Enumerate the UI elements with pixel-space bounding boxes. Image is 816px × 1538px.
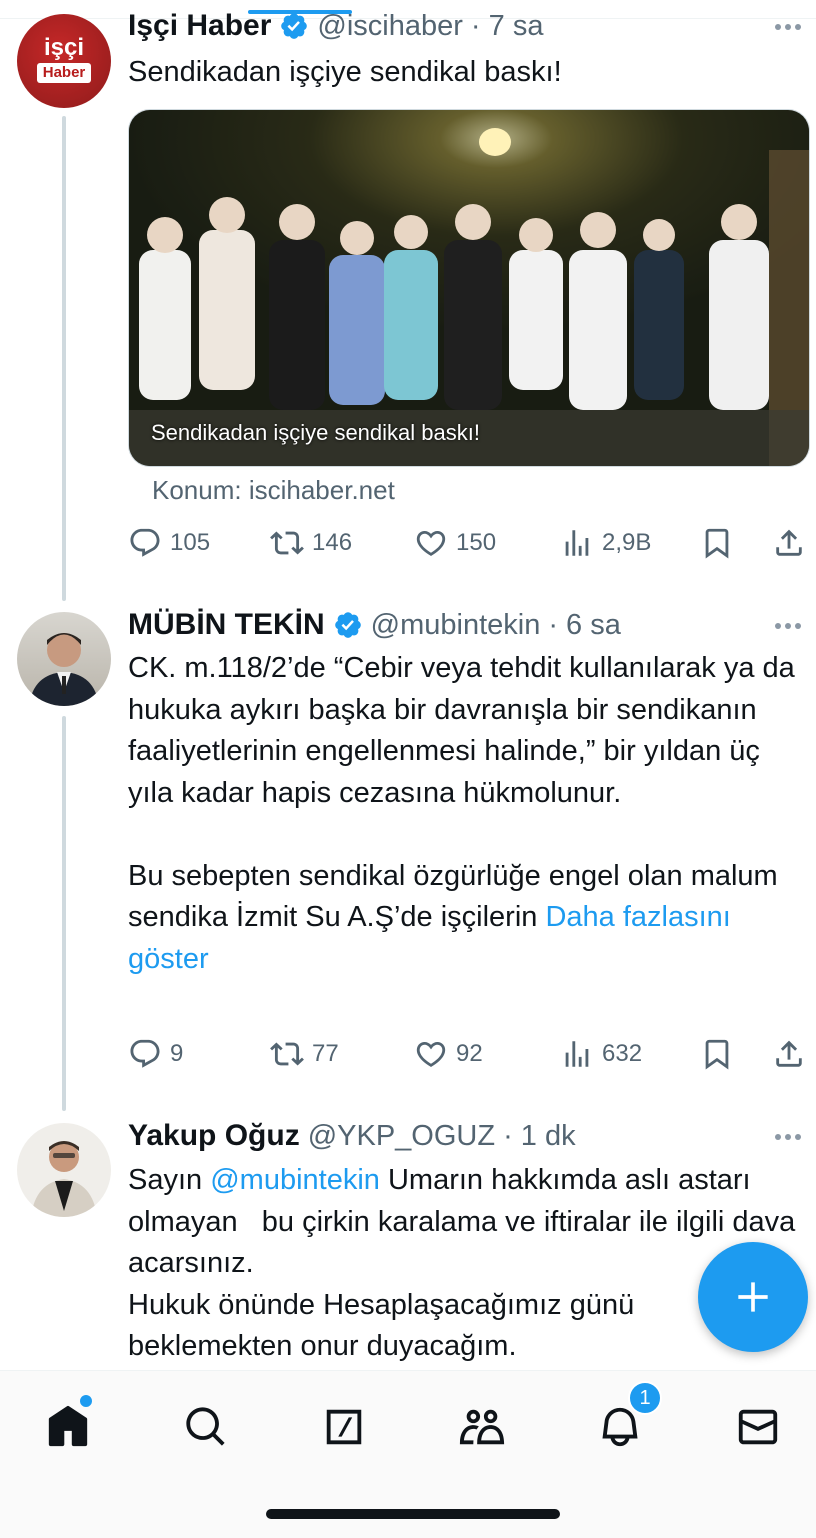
tweet-time: · 6 sa bbox=[548, 608, 621, 641]
verified-icon bbox=[281, 13, 308, 39]
share-button[interactable] bbox=[772, 523, 806, 563]
view-count: 2,9B bbox=[602, 529, 652, 556]
notification-badge: 1 bbox=[628, 1381, 662, 1415]
home-indicator bbox=[266, 1509, 560, 1519]
tweet-header: Işçi Haber @iscihaber · 7 sa bbox=[128, 6, 543, 46]
tweet-text: Sendikadan işçiye sendikal baskı! bbox=[128, 56, 562, 88]
tweet-actions: 105 146 150 2,9B bbox=[128, 523, 808, 563]
mention-link[interactable]: @mubintekin bbox=[210, 1164, 380, 1196]
retweet-icon bbox=[270, 531, 304, 555]
retweet-button[interactable]: 77 bbox=[270, 1034, 339, 1074]
retweet-icon bbox=[270, 1042, 304, 1066]
plus-icon bbox=[738, 1282, 768, 1312]
author-name[interactable]: Işçi Haber bbox=[128, 9, 271, 43]
group-photo bbox=[129, 110, 809, 466]
nav-grok[interactable] bbox=[312, 1395, 376, 1459]
heart-icon bbox=[416, 1041, 446, 1067]
tweet-text: Sayın @mubintekin Umarın hakkımda aslı a… bbox=[128, 1160, 798, 1368]
reply-button[interactable]: 105 bbox=[128, 523, 210, 563]
tweet-time: · 7 sa bbox=[470, 9, 544, 42]
retweet-count: 146 bbox=[312, 529, 353, 556]
view-count: 632 bbox=[602, 1040, 643, 1067]
bookmark-icon bbox=[705, 528, 729, 559]
author-handle[interactable]: @iscihaber bbox=[317, 10, 463, 43]
avatar[interactable] bbox=[17, 1123, 111, 1217]
reply-button[interactable]: 9 bbox=[128, 1034, 183, 1074]
tweet-image[interactable]: Sendikadan işçiye sendikal baskı! bbox=[128, 109, 810, 467]
more-options-icon[interactable] bbox=[775, 21, 807, 33]
link-source[interactable]: Konum: iscihaber.net bbox=[152, 475, 395, 506]
retweet-button[interactable]: 146 bbox=[270, 523, 352, 563]
tweet-body: CK. m.118/2’de “Cebir veya tehdit kullan… bbox=[128, 652, 795, 933]
nav-search[interactable] bbox=[174, 1395, 238, 1459]
like-count: 150 bbox=[456, 529, 497, 556]
grok-icon bbox=[326, 1409, 362, 1445]
views-button[interactable]: 632 bbox=[560, 1034, 642, 1074]
avatar[interactable] bbox=[17, 612, 111, 706]
nav-communities[interactable] bbox=[450, 1395, 514, 1459]
heart-icon bbox=[416, 530, 446, 556]
author-name[interactable]: MÜBİN TEKİN bbox=[128, 608, 325, 642]
home-icon bbox=[48, 1405, 88, 1447]
avatar-photo bbox=[29, 633, 99, 706]
more-options-icon[interactable] bbox=[775, 1131, 807, 1143]
bookmark-button[interactable] bbox=[700, 523, 734, 563]
avatar[interactable]: işçi Haber bbox=[17, 14, 111, 108]
compose-button[interactable] bbox=[698, 1242, 808, 1352]
nav-messages[interactable] bbox=[726, 1395, 790, 1459]
nav-home[interactable] bbox=[36, 1393, 100, 1459]
tweet-header: MÜBİN TEKİN @mubintekin · 6 sa bbox=[128, 605, 621, 645]
retweet-count: 77 bbox=[312, 1040, 339, 1067]
author-handle[interactable]: @mubintekin bbox=[371, 609, 541, 642]
thread-line bbox=[62, 116, 66, 601]
share-icon bbox=[776, 1040, 802, 1067]
image-caption: Sendikadan işçiye sendikal baskı! bbox=[151, 420, 480, 445]
search-icon bbox=[186, 1407, 225, 1446]
bookmark-button[interactable] bbox=[700, 1034, 734, 1074]
tweet-body-start: Sayın bbox=[128, 1164, 211, 1196]
bookmark-icon bbox=[705, 1039, 729, 1070]
like-button[interactable]: 92 bbox=[414, 1034, 483, 1074]
share-button[interactable] bbox=[772, 1034, 806, 1074]
author-name[interactable]: Yakup Oğuz bbox=[128, 1119, 300, 1153]
views-icon bbox=[565, 530, 589, 556]
reply-count: 105 bbox=[170, 529, 211, 556]
reply-icon bbox=[130, 528, 160, 557]
views-icon bbox=[565, 1041, 589, 1067]
reply-icon bbox=[130, 1039, 160, 1068]
home-unread-dot bbox=[78, 1393, 94, 1409]
views-button[interactable]: 2,9B bbox=[560, 523, 651, 563]
tweet-time: · 1 dk bbox=[503, 1119, 576, 1152]
verified-icon bbox=[334, 612, 361, 638]
tweet-text: CK. m.118/2’de “Cebir veya tehdit kullan… bbox=[128, 648, 798, 980]
nav-notifications[interactable]: 1 bbox=[588, 1381, 662, 1459]
avatar-logo-text: işçi bbox=[43, 34, 85, 61]
avatar-photo bbox=[31, 1141, 97, 1217]
tweet-header: Yakup Oğuz @YKP_OGUZ · 1 dk bbox=[128, 1116, 576, 1156]
thread-line bbox=[62, 716, 66, 1111]
tweet-actions: 9 77 92 632 bbox=[128, 1034, 808, 1074]
reply-count: 9 bbox=[170, 1040, 184, 1067]
like-count: 92 bbox=[456, 1040, 483, 1067]
like-button[interactable]: 150 bbox=[414, 523, 496, 563]
communities-icon bbox=[459, 1409, 505, 1445]
messages-icon bbox=[738, 1409, 778, 1445]
share-icon bbox=[776, 529, 802, 556]
more-options-icon[interactable] bbox=[775, 620, 807, 632]
avatar-logo-subtext: Haber bbox=[37, 63, 91, 83]
author-handle[interactable]: @YKP_OGUZ bbox=[308, 1120, 495, 1153]
